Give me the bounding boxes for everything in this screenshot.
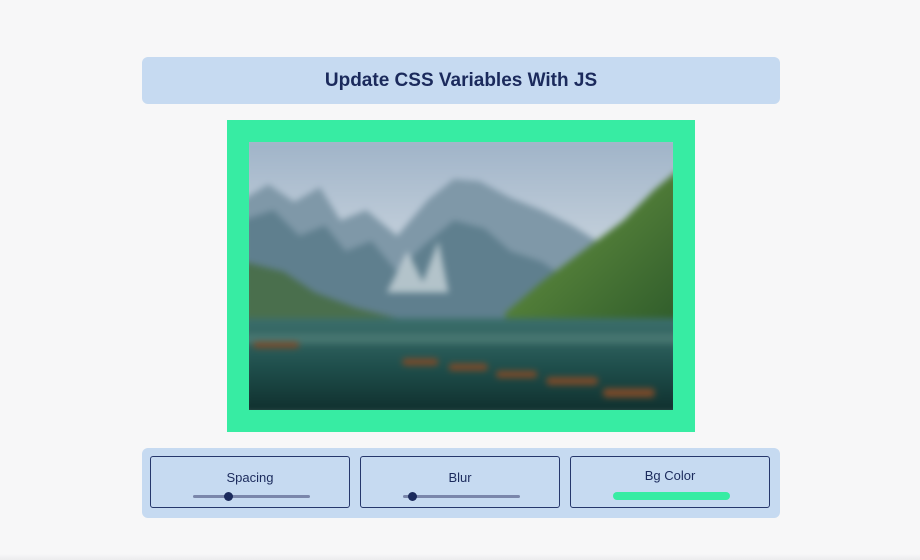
image-frame [227,120,695,432]
blur-slider[interactable] [403,492,520,501]
header-bar: Update CSS Variables With JS [142,57,780,104]
spacing-slider-thumb[interactable] [224,492,234,501]
blur-slider-track [403,495,520,498]
bg-color-control: Bg Color [570,456,770,508]
landscape-photo [249,142,673,410]
spacing-label: Spacing [226,470,274,485]
page-title: Update CSS Variables With JS [324,69,598,91]
spacing-control: Spacing [150,456,350,508]
blur-label: Blur [448,470,472,485]
spacing-slider[interactable] [193,492,310,501]
bg-color-picker[interactable] [613,492,730,500]
blur-control: Blur [360,456,560,508]
controls-panel: Spacing Blur Bg Color [142,448,780,518]
page: Update CSS Variables With JS Spacing Blu… [0,0,920,560]
bg-color-label: Bg Color [644,468,696,483]
blur-slider-thumb[interactable] [408,492,418,501]
bottom-divider [0,554,920,560]
spacing-slider-track [193,495,310,498]
